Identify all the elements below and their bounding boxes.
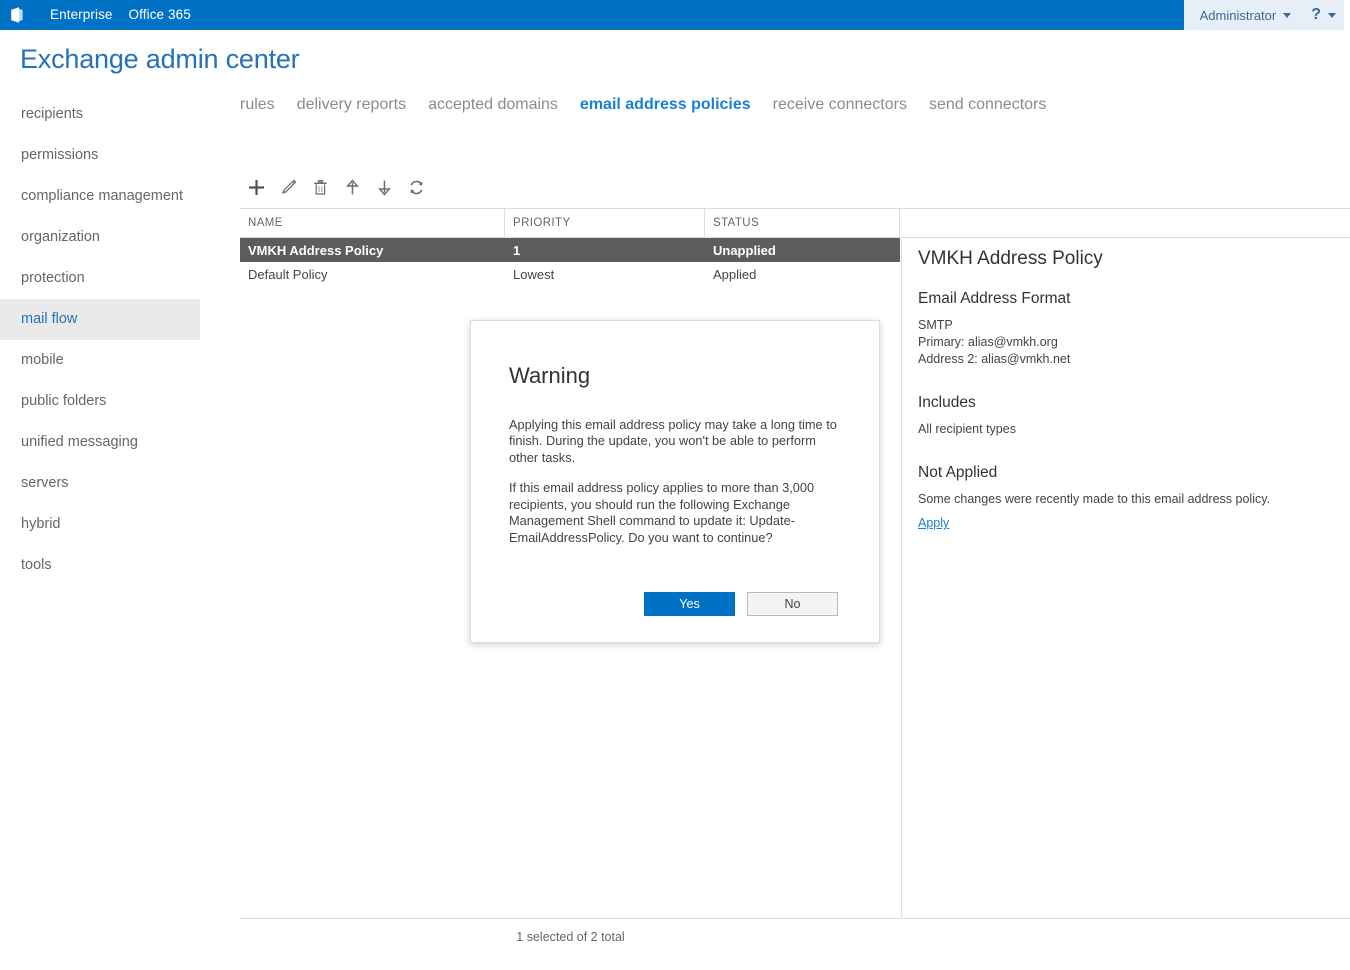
details-section-not-applied: Not Applied Some changes were recently m… <box>918 464 1338 532</box>
section-heading: Includes <box>918 394 976 411</box>
dialog-body: Applying this email address policy may t… <box>509 404 841 560</box>
section-line: Some changes were recently made to this … <box>918 492 1271 506</box>
table-row[interactable]: VMKH Address Policy 1 Unapplied <box>240 238 900 262</box>
details-section-includes: Includes All recipient types <box>918 394 1338 438</box>
dialog-title: Warning <box>509 363 591 388</box>
list-bottom-border <box>240 918 901 919</box>
edit-pencil-icon <box>279 178 298 197</box>
cell-name: VMKH Address Policy <box>248 242 384 258</box>
chevron-down-icon <box>1283 12 1292 18</box>
suite-link-enterprise[interactable]: Enterprise <box>42 0 121 30</box>
sidebar-item-mail-flow[interactable]: mail flow <box>0 299 200 340</box>
refresh-icon <box>407 178 426 197</box>
dialog-button-row: Yes No <box>644 592 838 616</box>
details-section-email-address-format: Email Address Format SMTP Primary: alias… <box>918 290 1338 368</box>
section-heading: Email Address Format <box>918 290 1071 307</box>
sidebar-item-tools[interactable]: tools <box>0 545 200 586</box>
warning-dialog: Warning Applying this email address poli… <box>470 320 880 643</box>
cell-name: Default Policy <box>248 266 328 282</box>
suite-bar-right: Administrator ? <box>1183 0 1350 30</box>
move-down-button[interactable] <box>368 172 400 202</box>
apply-link[interactable]: Apply <box>918 516 949 530</box>
help-menu[interactable]: ? <box>1311 6 1336 24</box>
section-line: Address 2: alias@vmkh.net <box>918 352 1071 366</box>
tab-delivery-reports[interactable]: delivery reports <box>297 96 406 114</box>
dialog-paragraph: If this email address policy applies to … <box>509 480 815 545</box>
section-line: All recipient types <box>918 422 1016 436</box>
delete-trash-icon <box>311 178 330 197</box>
cell-status: Unapplied <box>713 242 776 258</box>
refresh-button[interactable] <box>400 172 432 202</box>
command-toolbar <box>240 172 432 202</box>
question-mark-icon: ? <box>1311 6 1321 23</box>
move-up-arrow-icon <box>343 178 362 197</box>
sidebar-item-recipients[interactable]: recipients <box>0 94 200 135</box>
sidebar: recipients permissions compliance manage… <box>0 94 200 586</box>
no-button[interactable]: No <box>747 592 838 616</box>
cell-status: Applied <box>713 266 757 282</box>
dialog-paragraph: Applying this email address policy may t… <box>509 416 837 465</box>
section-heading: Not Applied <box>918 464 998 481</box>
tab-bar: rules delivery reports accepted domains … <box>240 96 1068 114</box>
tab-rules[interactable]: rules <box>240 96 275 114</box>
chevron-down-icon <box>1328 12 1336 18</box>
section-line: Primary: alias@vmkh.org <box>918 335 1058 349</box>
sidebar-item-compliance-management[interactable]: compliance management <box>0 176 200 217</box>
column-header-status[interactable]: STATUS <box>705 209 900 237</box>
section-line: SMTP <box>918 318 953 332</box>
sidebar-item-mobile[interactable]: mobile <box>0 340 200 381</box>
move-up-button[interactable] <box>336 172 368 202</box>
cell-priority: Lowest <box>513 266 555 282</box>
selection-count-label: 1 selected of 2 total <box>516 930 625 944</box>
suite-bar: Enterprise Office 365 Administrator ? <box>0 0 1350 30</box>
cell-priority: 1 <box>513 242 521 258</box>
tab-accepted-domains[interactable]: accepted domains <box>428 96 558 114</box>
details-bottom-border <box>902 918 1350 919</box>
app-root: Enterprise Office 365 Administrator ? Ex… <box>0 0 1350 970</box>
delete-button[interactable] <box>304 172 336 202</box>
page-title: Exchange admin center <box>20 44 300 74</box>
tab-email-address-policies[interactable]: email address policies <box>580 96 751 114</box>
sidebar-item-organization[interactable]: organization <box>0 217 200 258</box>
list-details-divider <box>901 239 902 918</box>
column-header-priority[interactable]: PRIORITY <box>505 209 705 237</box>
user-menu[interactable]: Administrator <box>1200 8 1292 23</box>
edit-button[interactable] <box>272 172 304 202</box>
suite-bar-left: Enterprise Office 365 <box>0 0 199 30</box>
details-pane: VMKH Address Policy Email Address Format… <box>918 248 1338 532</box>
table-header-row: NAME PRIORITY STATUS <box>240 208 1350 238</box>
sidebar-item-unified-messaging[interactable]: unified messaging <box>0 422 200 463</box>
tab-receive-connectors[interactable]: receive connectors <box>773 96 907 114</box>
add-icon <box>247 178 266 197</box>
details-title: VMKH Address Policy <box>918 248 1103 269</box>
office-logo-icon[interactable] <box>8 6 26 24</box>
user-name-label: Administrator <box>1199 7 1277 23</box>
move-down-arrow-icon <box>375 178 394 197</box>
sidebar-item-hybrid[interactable]: hybrid <box>0 504 200 545</box>
suite-bar-tail <box>1344 0 1350 30</box>
tab-send-connectors[interactable]: send connectors <box>929 96 1046 114</box>
sidebar-item-public-folders[interactable]: public folders <box>0 381 200 422</box>
suite-link-office365[interactable]: Office 365 <box>121 0 199 30</box>
column-header-spacer <box>900 209 1350 237</box>
sidebar-item-protection[interactable]: protection <box>0 258 200 299</box>
add-button[interactable] <box>240 172 272 202</box>
sidebar-item-servers[interactable]: servers <box>0 463 200 504</box>
yes-button[interactable]: Yes <box>644 592 735 616</box>
sidebar-item-permissions[interactable]: permissions <box>0 135 200 176</box>
column-header-name[interactable]: NAME <box>240 209 505 237</box>
